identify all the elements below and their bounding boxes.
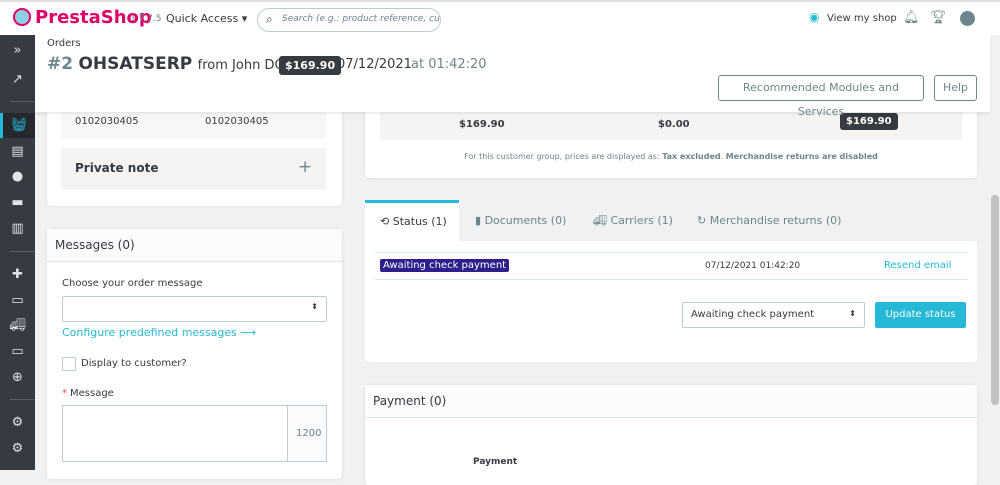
search-icon: ⌕ [266,12,273,26]
tab-label: Carriers (1) [610,214,673,227]
configure-link-label: Configure predefined messages [62,326,237,339]
order-reference: OHSATSERP [78,54,193,74]
customers-icon[interactable]: ● [0,164,35,189]
customer-service-icon[interactable]: ▬ [0,190,35,215]
recommended-modules-button[interactable]: Recommended Modules and Services [718,75,924,118]
quick-access-dropdown[interactable]: Quick Access ▾ [166,12,247,25]
private-note-title: Private note [75,161,159,175]
shipping-truck-icon[interactable]: 🚚︎ [0,313,35,338]
order-message-select[interactable]: ⬍ [62,296,327,322]
select-arrows-icon: ⬍ [849,309,856,318]
top-bar: PrestaShop 1.7.7.5 Quick Access ▾ ⌕ Sear… [0,0,1000,35]
help-button[interactable]: Help [934,75,977,101]
order-time: at 01:42:20 [411,57,487,72]
tab-label: Documents (0) [484,214,567,227]
view-my-shop-link[interactable]: View my shop [827,13,897,24]
order-status-select[interactable]: Awaiting check payment ⬍ [682,302,865,328]
search-placeholder: Search (e.g.: product reference, custome [282,14,440,24]
messages-title: Messages (0) [55,238,135,252]
tab-merchandise-returns[interactable]: ↻ Merchandise returns (0) [697,200,841,242]
international-globe-icon[interactable]: ⊕ [0,365,35,390]
discounts-total: $0.00 [658,119,690,130]
price-display-note: For this customer group, prices are disp… [464,152,878,161]
eye-icon: ◉ [809,10,820,24]
products-total: $169.90 [459,119,505,130]
payment-card: Payment (0) Payment [365,385,977,485]
phone: 0102030405 [75,116,139,127]
arrow-right-icon: ⟶ [240,326,257,339]
sidebar: » ↗ 🧺︎ ▤ ● ▬ ▥ ✚ ▭ 🚚︎ ▭ ⊕ ⚙ ⚙ [0,35,35,470]
mobile-phone: 0102030405 [205,116,269,127]
truck-icon: 🚚︎ [593,214,607,227]
user-account-icon[interactable] [960,11,975,26]
messages-card: Messages (0) Choose your order message ⬍… [47,229,342,479]
page-header: Orders #2 OHSATSERP from John DOE $169.9… [35,35,990,118]
dashboard-icon[interactable]: ↗ [0,67,35,92]
display-to-customer-label: Display to customer? [81,358,187,369]
tab-carriers[interactable]: 🚚︎ Carriers (1) [593,200,673,242]
display-to-customer-checkbox[interactable] [62,357,76,371]
page-title: #2 OHSATSERP from John DOE [47,54,293,74]
update-status-button[interactable]: Update status [875,302,966,328]
return-icon: ↻ [697,214,707,227]
message-label: Message [70,388,114,399]
character-counter: 1200 [296,428,322,439]
quick-access-label: Quick Access [166,12,239,25]
private-note-section[interactable]: Private note + [61,148,326,190]
version: 1.7.7.5 [130,14,162,24]
status-badge: Awaiting check payment [380,259,510,272]
note-returns: Merchandise returns are disabled [725,152,878,161]
configure-predefined-messages-link[interactable]: Configure predefined messages ⟶ [62,326,256,339]
tab-status[interactable]: ⟲ Status (1) [365,200,459,242]
stats-icon[interactable]: ▥ [0,216,35,241]
breadcrumb[interactable]: Orders [47,38,81,49]
select-arrows-icon: ⬍ [311,302,318,311]
advanced-settings-icon[interactable]: ⚙ [0,436,35,461]
status-select-value: Awaiting check payment [691,309,815,320]
choose-message-label: Choose your order message [62,278,203,289]
design-monitor-icon[interactable]: ▭ [0,288,35,313]
payment-card-icon[interactable]: ▭ [0,339,35,364]
message-textarea[interactable] [62,405,288,462]
collapse-sidebar-icon[interactable]: » [0,38,35,63]
document-icon: ▮ [475,214,482,227]
note-tax: Tax excluded [662,152,721,161]
tab-label: Status (1) [392,215,447,228]
search-input[interactable]: ⌕ Search (e.g.: product reference, custo… [257,8,441,32]
grand-total-badge: $169.90 [840,113,898,130]
tab-label: Merchandise returns (0) [709,214,842,227]
tab-documents[interactable]: ▮ Documents (0) [475,200,566,242]
order-total-badge: $169.90 [279,56,342,75]
trophy-icon[interactable]: 🏆︎ [930,10,947,25]
history-icon: ⟲ [380,215,390,228]
modules-puzzle-icon[interactable]: ✚ [0,262,35,287]
payment-column-header: Payment [473,457,518,467]
orders-basket-icon[interactable]: 🧺︎ [0,113,35,138]
add-note-plus-icon[interactable]: + [298,157,312,177]
prestashop-logo-icon [13,8,31,26]
notifications-bell-icon[interactable]: 🔔︎ [903,10,920,25]
order-date: 07/12/2021 [337,57,412,72]
note-prefix: For this customer group, prices are disp… [464,152,660,161]
catalog-store-icon[interactable]: ▤ [0,139,35,164]
status-date: 07/12/2021 01:42:20 [705,261,801,271]
payment-title: Payment (0) [373,394,447,408]
resend-email-link[interactable]: Resend email [884,260,951,271]
order-number: #2 [47,54,74,74]
required-asterisk: * [62,388,67,399]
scrollbar-thumb[interactable] [991,195,999,405]
order-tabs: ⟲ Status (1) ▮ Documents (0) 🚚︎ Carriers… [365,200,977,362]
page-scrollbar[interactable] [990,35,1000,470]
settings-gear-icon[interactable]: ⚙ [0,410,35,435]
